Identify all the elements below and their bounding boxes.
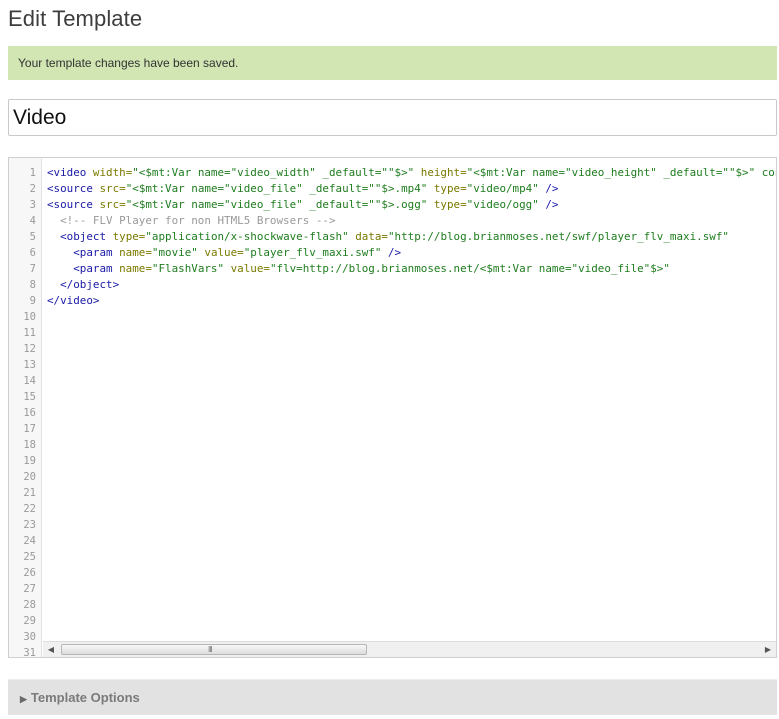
code-token: <param — [47, 246, 120, 259]
code-token: "flv=http://blog.brianmoses.net/<$mt:Var… — [269, 262, 670, 275]
code-token: /> — [538, 182, 559, 195]
code-token: type= — [427, 198, 467, 211]
line-number: 20 — [23, 471, 36, 483]
code-token: "player_flv_maxi.swf" — [243, 246, 382, 259]
code-token: value= — [224, 262, 270, 275]
code-line: </video> — [47, 293, 776, 309]
code-line: <param name="movie" value="player_flv_ma… — [47, 245, 776, 261]
code-token: type= — [112, 230, 146, 243]
horizontal-scrollbar[interactable]: ◀ III ▶ — [43, 641, 776, 657]
scrollbar-thumb[interactable]: III — [61, 644, 367, 655]
line-number: 31 — [23, 647, 36, 658]
template-name-input[interactable] — [8, 99, 777, 136]
scroll-left-arrow-icon[interactable]: ◀ — [43, 642, 59, 657]
line-number: 22 — [23, 503, 36, 515]
line-number: 27 — [23, 583, 36, 595]
code-token: src= — [99, 198, 126, 211]
line-number-gutter: 1 2 3 4 5 6 7 8 9 10 11 12 13 14 15 16 17 18 19 20 21 22 23 24 2… — [9, 158, 42, 657]
code-token: <param — [47, 262, 120, 275]
line-number: 24 — [23, 535, 36, 547]
code-token: "video/mp4" — [466, 182, 539, 195]
line-number: 23 — [23, 519, 36, 531]
line-number: 15 — [23, 391, 36, 403]
code-token: name= — [119, 262, 152, 275]
line-number: 28 — [23, 599, 36, 611]
line-number: 9 — [29, 295, 36, 307]
line-number: 30 — [23, 631, 36, 643]
code-token: /> — [381, 246, 402, 259]
code-token: /> — [538, 198, 559, 211]
line-number: 19 — [23, 455, 36, 467]
line-number: 29 — [23, 615, 36, 627]
code-line: <!-- FLV Player for non HTML5 Browsers -… — [47, 213, 776, 229]
code-token: value= — [197, 246, 244, 259]
code-token: src= — [99, 182, 126, 195]
code-token: <object — [47, 230, 113, 243]
line-number: 2 — [29, 183, 36, 195]
line-number: 25 — [23, 551, 36, 563]
code-token: "<$mt:Var name="video_width" _default=""… — [132, 166, 415, 179]
code-token: type= — [427, 182, 467, 195]
code-token: "http://blog.brianmoses.net/swf/player_f… — [387, 230, 729, 243]
line-number: 11 — [23, 327, 36, 339]
line-number: 18 — [23, 439, 36, 451]
line-number: 7 — [29, 263, 36, 275]
code-line: </object> — [47, 277, 776, 293]
code-token: height= — [414, 166, 467, 179]
expand-arrow-icon: ▶ — [20, 694, 27, 704]
success-message: Your template changes have been saved. — [8, 46, 777, 80]
code-editor[interactable]: 1 2 3 4 5 6 7 8 9 10 11 12 13 14 15 16 17 18 19 20 21 22 23 24 2… — [8, 157, 777, 658]
code-token: <video — [47, 166, 93, 179]
line-number: 26 — [23, 567, 36, 579]
scrollbar-grip-icon: III — [208, 645, 213, 654]
code-line: <object type="application/x-shockwave-fl… — [47, 229, 776, 245]
code-area[interactable]: <video width="<$mt:Var name="video_width… — [47, 165, 776, 309]
line-number: 5 — [29, 231, 36, 243]
line-number: 8 — [29, 279, 36, 291]
code-token: name= — [119, 246, 152, 259]
line-number: 21 — [23, 487, 36, 499]
code-token: width= — [92, 166, 133, 179]
code-line: <source src="<$mt:Var name="video_file" … — [47, 197, 776, 213]
template-options-label: Template Options — [30, 690, 140, 705]
code-line: <source src="<$mt:Var name="video_file" … — [47, 181, 776, 197]
line-number: 1 — [29, 167, 36, 179]
code-line: <video width="<$mt:Var name="video_width… — [47, 165, 776, 181]
template-options-toggle[interactable]: ▶ Template Options — [8, 679, 777, 715]
code-token: data= — [348, 230, 388, 243]
line-number: 16 — [23, 407, 36, 419]
code-token: "<$mt:Var name="video_file" _default=""$… — [125, 182, 428, 195]
code-token: "movie" — [151, 246, 198, 259]
line-number: 12 — [23, 343, 36, 355]
code-token: <source — [47, 198, 100, 211]
line-number: 3 — [29, 199, 36, 211]
code-token: "<$mt:Var name="video_file" _default=""$… — [125, 198, 428, 211]
line-number: 10 — [23, 311, 36, 323]
scroll-right-arrow-icon[interactable]: ▶ — [760, 642, 776, 657]
line-number: 17 — [23, 423, 36, 435]
line-number: 6 — [29, 247, 36, 259]
code-token: "application/x-shockwave-flash" — [145, 230, 349, 243]
code-token: </video> — [47, 294, 100, 307]
code-token: <!-- FLV Player for non HTML5 Browsers -… — [47, 214, 336, 227]
line-number: 13 — [23, 359, 36, 371]
code-token: </object> — [47, 278, 120, 291]
page-title: Edit Template — [8, 6, 143, 31]
code-token: "FlashVars" — [151, 262, 225, 275]
line-number: 4 — [29, 215, 36, 227]
code-line: <param name="FlashVars" value="flv=http:… — [47, 261, 776, 277]
code-token: <source — [47, 182, 100, 195]
code-token: "<$mt:Var name="video_height" _default="… — [466, 166, 776, 179]
line-number: 14 — [23, 375, 36, 387]
code-token: "video/ogg" — [466, 198, 539, 211]
